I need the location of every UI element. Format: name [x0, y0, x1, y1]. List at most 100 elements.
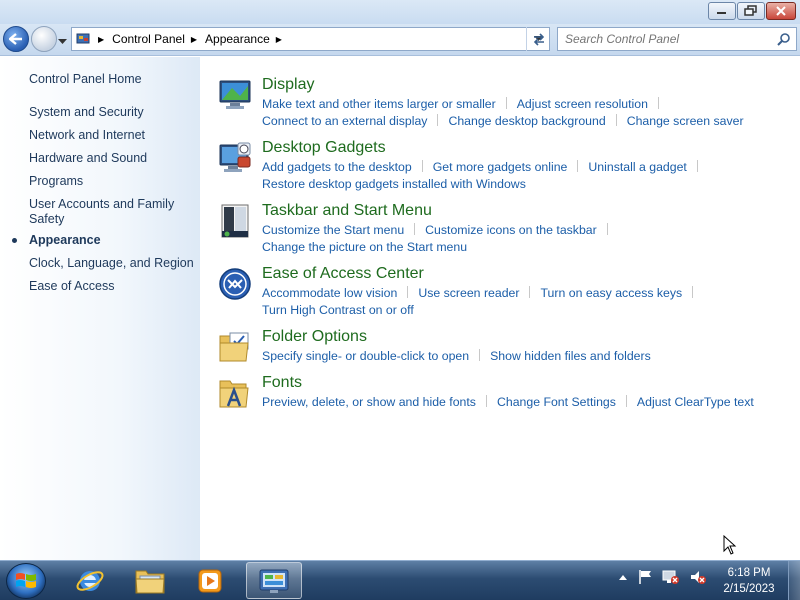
sidebar-item-hardware-sound[interactable]: Hardware and Sound — [29, 151, 194, 166]
taskbar-control-panel[interactable] — [246, 562, 302, 599]
link-separator — [529, 286, 531, 298]
restore-gadgets-link[interactable]: Restore desktop gadgets installed with W… — [262, 177, 526, 191]
network-disconnected-icon[interactable] — [662, 569, 680, 585]
search-icon[interactable] — [777, 32, 791, 46]
main-content: Display Make text and other items larger… — [200, 57, 800, 560]
sidebar-item-user-accounts[interactable]: User Accounts and Family Safety — [29, 197, 179, 227]
sidebar-item-ease-of-access[interactable]: Ease of Access — [29, 279, 194, 294]
link-separator — [437, 114, 439, 126]
link-separator — [657, 97, 659, 109]
folder-icon — [135, 570, 165, 593]
internet-explorer-icon — [76, 570, 104, 591]
taskbar-internet-explorer[interactable] — [62, 562, 118, 599]
use-screen-reader-link[interactable]: Use screen reader — [418, 286, 519, 300]
clock-time: 6:18 PM — [727, 567, 771, 579]
link-separator — [577, 160, 579, 172]
volume-muted-icon[interactable] — [689, 569, 707, 585]
taskbar-clock[interactable]: 6:18 PM 2/15/2023 — [714, 565, 784, 597]
navigation-bar: ▶ Control Panel ▶ Appearance ▶ — [0, 24, 800, 56]
breadcrumb-control-panel[interactable]: Control Panel ▶ — [112, 32, 205, 46]
fonts-title-link[interactable]: Fonts — [262, 374, 302, 392]
breadcrumb-arrow-icon[interactable]: ▶ — [191, 35, 197, 44]
taskbar-start-menu-title-link[interactable]: Taskbar and Start Menu — [262, 202, 432, 220]
change-screen-saver-link[interactable]: Change screen saver — [627, 114, 744, 128]
refresh-button[interactable] — [526, 27, 550, 51]
fonts-icon — [219, 380, 249, 408]
breadcrumb-label: Appearance — [205, 32, 270, 46]
refresh-icon — [533, 33, 544, 46]
change-start-menu-picture-link[interactable]: Change the picture on the Start menu — [262, 240, 467, 254]
minimize-icon — [717, 12, 726, 14]
chevron-down-icon — [58, 39, 67, 44]
history-dropdown-button[interactable] — [58, 34, 67, 48]
preview-fonts-link[interactable]: Preview, delete, or show and hide fonts — [262, 395, 476, 409]
arrow-left-icon — [9, 33, 22, 45]
system-tray — [618, 569, 707, 585]
show-hidden-files-link[interactable]: Show hidden files and folders — [490, 349, 651, 363]
desktop-gadgets-title-link[interactable]: Desktop Gadgets — [262, 139, 386, 157]
breadcrumb-arrow-icon[interactable]: ▶ — [98, 35, 104, 44]
restore-icon — [744, 5, 757, 16]
search-input[interactable] — [558, 32, 768, 46]
show-hidden-icons-icon[interactable] — [618, 573, 628, 581]
connect-external-display-link[interactable]: Connect to an external display — [262, 114, 427, 128]
category-list: System and Security Network and Internet… — [12, 105, 194, 302]
mouse-pointer-icon — [723, 535, 737, 555]
action-center-flag-icon[interactable] — [637, 569, 653, 585]
accommodate-low-vision-link[interactable]: Accommodate low vision — [262, 286, 397, 300]
display-icon — [219, 80, 251, 109]
taskbar-icon — [221, 204, 249, 238]
sidebar-item-clock-language[interactable]: Clock, Language, and Region — [29, 256, 194, 271]
breadcrumb-appearance[interactable]: Appearance ▶ — [205, 32, 290, 46]
single-double-click-link[interactable]: Specify single- or double-click to open — [262, 349, 469, 363]
breadcrumb-label: Control Panel — [112, 32, 185, 46]
start-button[interactable] — [6, 563, 46, 599]
search-box[interactable] — [557, 27, 797, 51]
link-separator — [414, 223, 416, 235]
adjust-resolution-link[interactable]: Adjust screen resolution — [517, 97, 648, 111]
link-separator — [606, 223, 608, 235]
window-title-bar — [0, 0, 800, 24]
minimize-button[interactable] — [708, 2, 736, 20]
folder-options-title-link[interactable]: Folder Options — [262, 328, 367, 346]
folder-options-icon — [219, 332, 249, 362]
taskbar-windows-explorer[interactable] — [122, 562, 178, 599]
customize-start-menu-link[interactable]: Customize the Start menu — [262, 223, 404, 237]
gadgets-icon — [219, 142, 251, 172]
link-separator — [692, 286, 694, 298]
windows-logo-icon — [16, 573, 36, 588]
close-icon — [776, 6, 786, 16]
back-button[interactable] — [3, 26, 29, 52]
sidebar-item-system-security[interactable]: System and Security — [29, 105, 194, 120]
display-title-link[interactable]: Display — [262, 76, 314, 94]
easy-access-keys-link[interactable]: Turn on easy access keys — [540, 286, 682, 300]
forward-button[interactable] — [31, 26, 57, 52]
media-player-icon — [198, 569, 222, 592]
link-separator — [615, 114, 617, 126]
clock-date: 2/15/2023 — [723, 583, 775, 595]
high-contrast-link[interactable]: Turn High Contrast on or off — [262, 303, 414, 317]
taskbar-media-player[interactable] — [182, 562, 238, 599]
change-font-settings-link[interactable]: Change Font Settings — [497, 395, 616, 409]
uninstall-gadget-link[interactable]: Uninstall a gadget — [588, 160, 686, 174]
control-panel-home-link[interactable]: Control Panel Home — [29, 72, 142, 86]
address-bar[interactable]: ▶ Control Panel ▶ Appearance ▶ — [71, 27, 550, 51]
change-desktop-background-link[interactable]: Change desktop background — [448, 114, 605, 128]
sidebar-item-network-internet[interactable]: Network and Internet — [29, 128, 194, 143]
adjust-cleartype-link[interactable]: Adjust ClearType text — [637, 395, 754, 409]
link-separator — [421, 160, 423, 172]
ease-of-access-center-title-link[interactable]: Ease of Access Center — [262, 265, 424, 283]
restore-button[interactable] — [737, 2, 765, 20]
make-text-larger-link[interactable]: Make text and other items larger or smal… — [262, 97, 496, 111]
add-gadgets-link[interactable]: Add gadgets to the desktop — [262, 160, 412, 174]
show-desktop-button[interactable] — [788, 561, 800, 600]
customize-taskbar-icons-link[interactable]: Customize icons on the taskbar — [425, 223, 597, 237]
breadcrumb-arrow-icon[interactable]: ▶ — [276, 35, 282, 44]
get-more-gadgets-link[interactable]: Get more gadgets online — [433, 160, 568, 174]
sidebar-item-programs[interactable]: Programs — [29, 174, 194, 189]
close-button[interactable] — [766, 2, 796, 20]
link-separator — [625, 395, 627, 407]
ease-of-access-icon — [219, 268, 251, 300]
control-panel-icon — [76, 33, 90, 44]
sidebar-item-appearance[interactable]: Appearance — [12, 233, 194, 248]
